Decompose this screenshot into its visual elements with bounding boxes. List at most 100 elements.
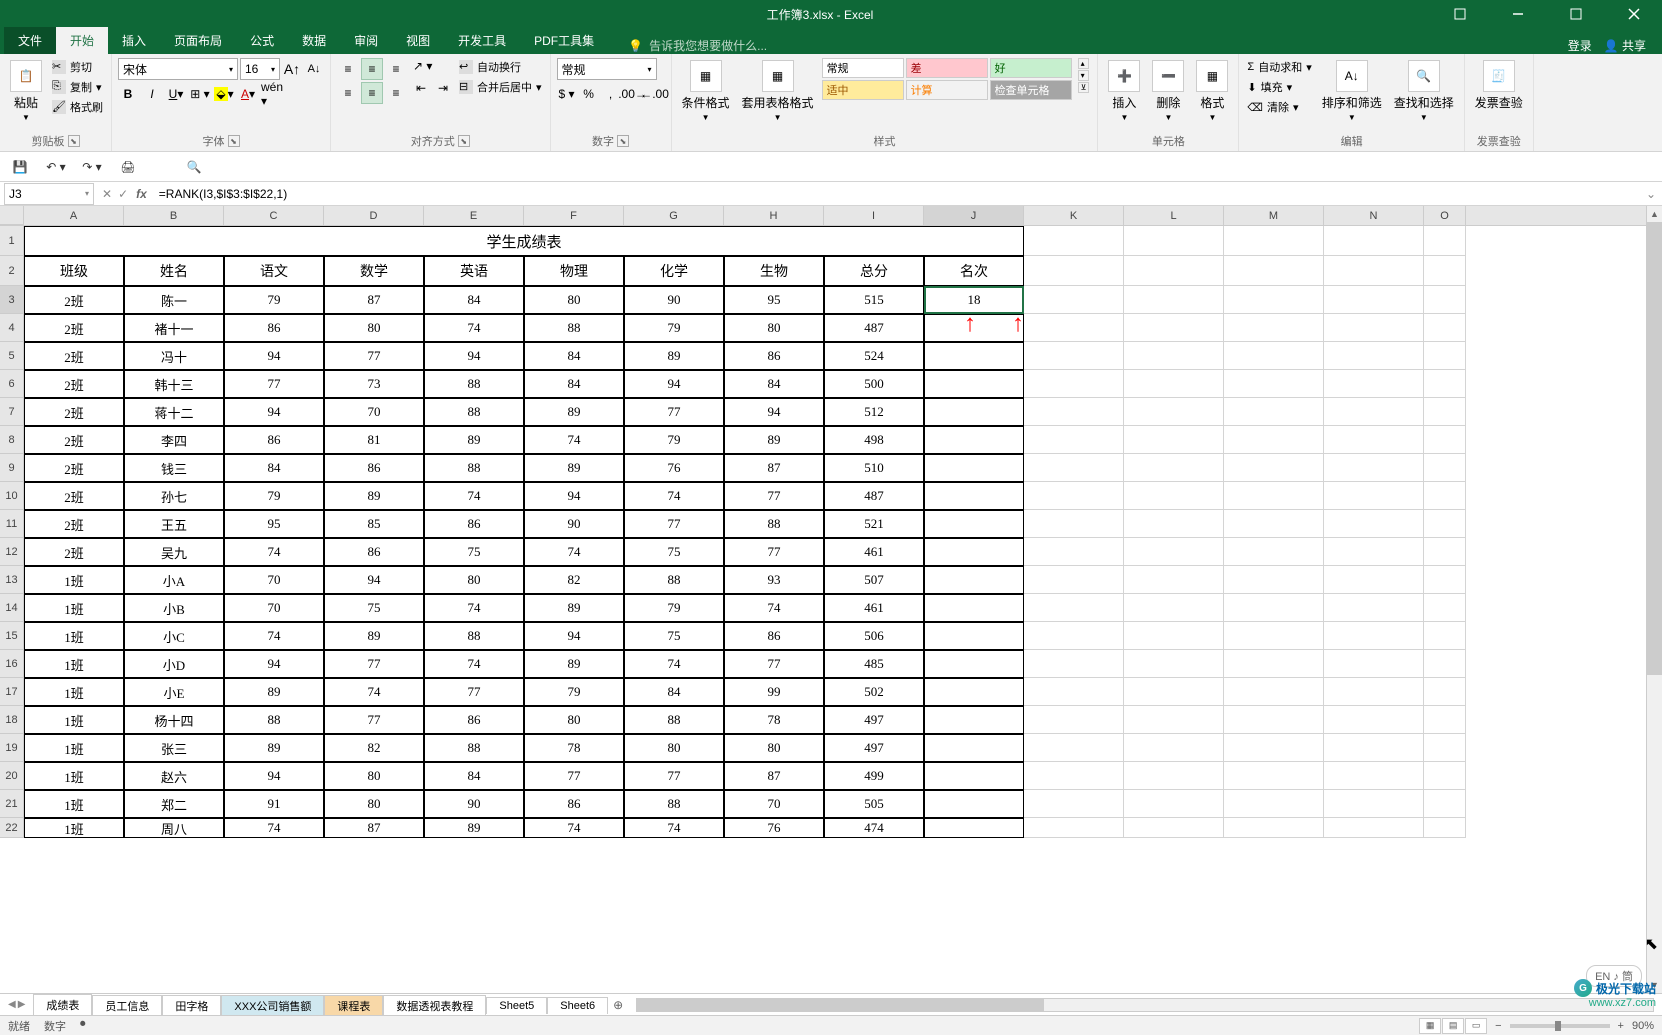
- grid-cell[interactable]: 77: [624, 510, 724, 538]
- grid-cell[interactable]: 1班: [24, 594, 124, 622]
- grid-cell[interactable]: [924, 818, 1024, 838]
- percent-button[interactable]: %: [579, 84, 599, 104]
- cut-button[interactable]: ✂剪切: [50, 58, 105, 76]
- grid-cell[interactable]: 80: [724, 314, 824, 342]
- grid-cell[interactable]: 524: [824, 342, 924, 370]
- grid-cell[interactable]: 507: [824, 566, 924, 594]
- grid-cell[interactable]: 505: [824, 790, 924, 818]
- tab-home[interactable]: 开始: [56, 27, 108, 54]
- grid-cell[interactable]: [1324, 706, 1424, 734]
- grid-cell[interactable]: [1024, 734, 1124, 762]
- grid-cell[interactable]: 94: [424, 342, 524, 370]
- column-header[interactable]: M: [1224, 206, 1324, 225]
- grid-cell[interactable]: 80: [424, 566, 524, 594]
- grid-cell[interactable]: [1224, 538, 1324, 566]
- grid-cell[interactable]: [1124, 762, 1224, 790]
- grid-cell[interactable]: [1124, 790, 1224, 818]
- grid-cell[interactable]: 84: [224, 454, 324, 482]
- grid-cell[interactable]: 77: [624, 762, 724, 790]
- share-button[interactable]: 👤 共享: [1604, 37, 1646, 54]
- fill-button[interactable]: ⬇填充 ▾: [1245, 78, 1313, 96]
- grid-cell[interactable]: [924, 566, 1024, 594]
- print-button[interactable]: 🖨: [118, 157, 138, 177]
- grid-cell[interactable]: [1324, 286, 1424, 314]
- grid-cell[interactable]: 87: [724, 762, 824, 790]
- grid-cell[interactable]: [1424, 538, 1466, 566]
- grid-cell[interactable]: 张三: [124, 734, 224, 762]
- grid-cell[interactable]: [1424, 566, 1466, 594]
- table-header-cell[interactable]: 总分: [824, 256, 924, 286]
- grid-cell[interactable]: 89: [324, 622, 424, 650]
- row-header[interactable]: 12: [0, 538, 24, 566]
- grid-cell[interactable]: [1324, 622, 1424, 650]
- style-bad[interactable]: 差: [906, 58, 988, 78]
- grid-cell[interactable]: 70: [224, 566, 324, 594]
- grid-cell[interactable]: [924, 426, 1024, 454]
- style-scroll-down-icon[interactable]: ▾: [1078, 70, 1090, 81]
- login-link[interactable]: 登录: [1568, 37, 1592, 54]
- sheet-tab[interactable]: 数据透视表教程: [383, 995, 486, 1016]
- italic-button[interactable]: I: [142, 84, 162, 104]
- column-header[interactable]: J: [924, 206, 1024, 225]
- grid-cell[interactable]: [1124, 398, 1224, 426]
- grid-cell[interactable]: [1324, 734, 1424, 762]
- grid-cell[interactable]: 1班: [24, 566, 124, 594]
- grid-cell[interactable]: [1224, 622, 1324, 650]
- grid-cell[interactable]: 1班: [24, 818, 124, 838]
- grid-cell[interactable]: 1班: [24, 678, 124, 706]
- grid-cell[interactable]: 88: [224, 706, 324, 734]
- style-check[interactable]: 检查单元格: [990, 80, 1072, 100]
- column-header[interactable]: I: [824, 206, 924, 225]
- grid-cell[interactable]: 89: [224, 678, 324, 706]
- grid-cell[interactable]: 2班: [24, 398, 124, 426]
- grid-cell[interactable]: 70: [224, 594, 324, 622]
- style-neutral[interactable]: 适中: [822, 80, 904, 100]
- sheet-nav-next-icon[interactable]: ▶: [18, 999, 26, 1010]
- grid-cell[interactable]: 86: [724, 342, 824, 370]
- grid-cell[interactable]: 95: [724, 286, 824, 314]
- column-header[interactable]: H: [724, 206, 824, 225]
- formula-input[interactable]: =RANK(I3,$I$3:$I$22,1): [153, 187, 1640, 201]
- grid-cell[interactable]: [1024, 818, 1124, 838]
- grid-cell[interactable]: [1224, 594, 1324, 622]
- row-header[interactable]: 22: [0, 818, 24, 838]
- row-header[interactable]: 20: [0, 762, 24, 790]
- grid-cell[interactable]: [1424, 622, 1466, 650]
- grid-cell[interactable]: 88: [424, 370, 524, 398]
- grid-cell[interactable]: 80: [624, 734, 724, 762]
- column-header[interactable]: B: [124, 206, 224, 225]
- grid-cell[interactable]: [1324, 790, 1424, 818]
- column-header[interactable]: N: [1324, 206, 1424, 225]
- grid-cell[interactable]: 86: [224, 314, 324, 342]
- grid-cell[interactable]: [1024, 678, 1124, 706]
- grid-cell[interactable]: 74: [524, 818, 624, 838]
- column-header[interactable]: K: [1024, 206, 1124, 225]
- font-name-dropdown[interactable]: 宋体▾: [118, 58, 238, 80]
- grid-cell[interactable]: 郑二: [124, 790, 224, 818]
- grid-cell[interactable]: 77: [424, 678, 524, 706]
- grid-cell[interactable]: 89: [524, 594, 624, 622]
- column-header[interactable]: C: [224, 206, 324, 225]
- grid-cell[interactable]: 80: [324, 790, 424, 818]
- row-header[interactable]: 6: [0, 370, 24, 398]
- grid-cell[interactable]: 77: [224, 370, 324, 398]
- grid-cell[interactable]: [1224, 650, 1324, 678]
- grid-cell[interactable]: 1班: [24, 650, 124, 678]
- grid-cell[interactable]: 1班: [24, 762, 124, 790]
- grid-cell[interactable]: [1124, 342, 1224, 370]
- grid-cell[interactable]: 94: [724, 398, 824, 426]
- grid-cell[interactable]: 韩十三: [124, 370, 224, 398]
- grid-cell[interactable]: [1224, 706, 1324, 734]
- grid-cell[interactable]: 84: [424, 762, 524, 790]
- grid-cell[interactable]: 99: [724, 678, 824, 706]
- undo-button[interactable]: ↶ ▾: [46, 157, 66, 177]
- increase-font-button[interactable]: A↑: [282, 59, 302, 79]
- grid-cell[interactable]: 88: [424, 398, 524, 426]
- grid-cell[interactable]: [1424, 482, 1466, 510]
- grid-cell[interactable]: [1024, 482, 1124, 510]
- grid-cell[interactable]: 75: [424, 538, 524, 566]
- grid-cell[interactable]: 小C: [124, 622, 224, 650]
- grid-cell[interactable]: [1324, 314, 1424, 342]
- grid-cell[interactable]: 521: [824, 510, 924, 538]
- grid-cell[interactable]: 89: [524, 398, 624, 426]
